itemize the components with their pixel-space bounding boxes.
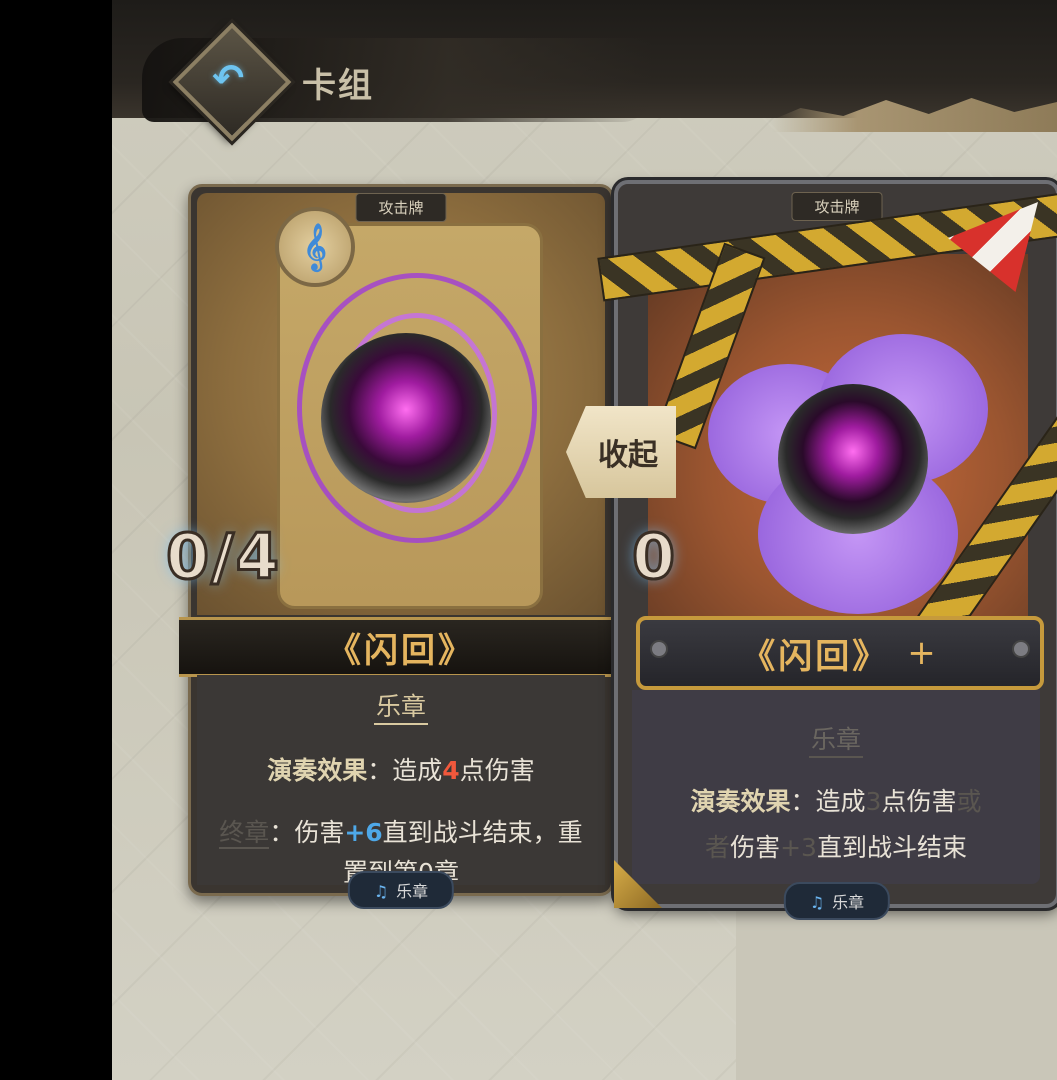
card-tag: ♫ 乐章 [783,882,891,920]
music-note-icon: ♫ [809,893,825,912]
deck-screen: ↶ 卡组 攻击牌 𝄞 《闪回》 乐章 演奏效果：造成4点伤害 终章：伤害+6直到… [112,0,1057,1080]
buff-value: +3 [780,833,817,862]
return-arrow-icon: ↶ [212,56,244,100]
card-type-label: 攻击牌 [355,193,447,222]
effect-line-2: 者伤害+3直到战斗结束 [632,828,1040,864]
effect-text: ：造成 [367,756,443,785]
card-title: 《闪回》 + [636,616,1044,690]
effect-line: 演奏效果：造成4点伤害 [197,751,605,787]
damage-value: 3 [865,787,882,816]
card-tag: ♫ 乐章 [347,871,455,909]
card-title: 《闪回》 [179,617,623,677]
card-tag-label: 乐章 [832,893,865,912]
effect-text: 或 [956,787,982,816]
bolt-icon [1012,640,1030,658]
effect-text: 点伤害 [881,787,957,816]
dark-orb-art [778,384,928,534]
effect-text: 点伤害 [459,756,535,785]
page-title: 卡组 [302,66,374,106]
effect-text: 伤害 [730,833,781,862]
back-button[interactable]: ↶ [197,48,259,108]
effect-text: 直到战斗结束 [816,833,967,862]
card-description: 乐章 演奏效果：造成3点伤害或 者伤害+3直到战斗结束 [632,690,1040,884]
buff-value: +6 [344,818,383,847]
bolt-icon [650,640,668,658]
top-bar: ↶ 卡组 [112,0,1057,142]
card-count: 0 [630,519,676,595]
effect-label: 演奏效果 [267,756,368,785]
card-tag-label: 乐章 [396,882,429,901]
card-description: 乐章 演奏效果：造成4点伤害 终章：伤害+6直到战斗结束，重置到第0章 [197,675,605,887]
card-upgraded[interactable]: 攻击牌 《闪回》 + 乐章 演奏效果：造成3点伤害或 者伤害+3直到战斗结束 ♫ 乐… [597,180,1057,920]
card-count: 0/4 [165,519,281,595]
music-note-icon: ♫ [373,882,389,901]
scroll-decoration [772,98,1057,132]
finale-keyword[interactable]: 终章 [219,818,270,849]
damage-value: 4 [442,756,460,785]
effect-text: ：造成 [790,787,866,816]
dark-orb-art [321,333,491,503]
keyword-link[interactable]: 乐章 [373,687,428,725]
keyword-link[interactable]: 乐章 [808,720,863,758]
finale-text: ：伤害 [269,818,345,847]
card-title-text: 《闪回》 [741,636,890,677]
effect-label: 演奏效果 [690,787,791,816]
collapse-button[interactable]: 收起 [566,406,676,498]
effect-line: 演奏效果：造成3点伤害或 [632,782,1040,818]
upgrade-plus: + [907,633,939,673]
effect-text: 者 [705,833,731,862]
treble-clef-icon: 𝄞 [275,207,355,287]
card-type-label: 攻击牌 [791,192,883,221]
